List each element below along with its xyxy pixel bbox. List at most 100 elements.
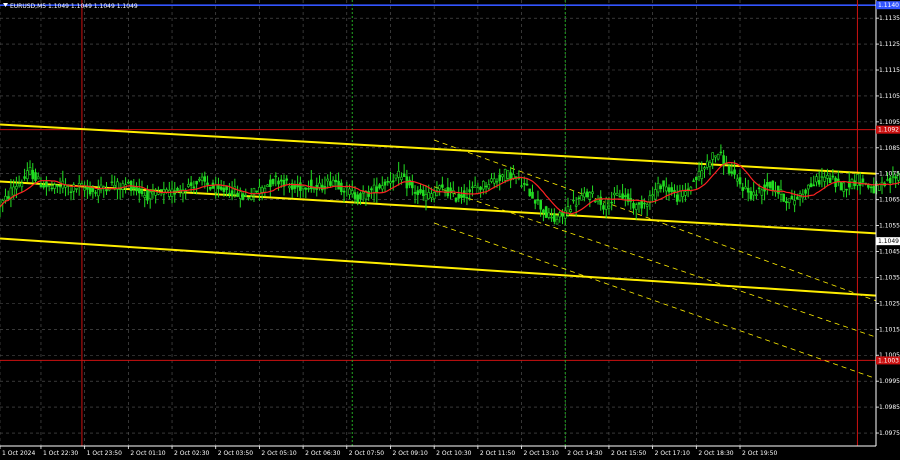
candle-body xyxy=(411,181,414,189)
candle-body xyxy=(53,184,56,189)
candle-body xyxy=(389,181,392,184)
candle-body xyxy=(531,191,534,199)
candle-body xyxy=(604,198,608,210)
candle-body xyxy=(708,162,712,167)
candle-body xyxy=(337,180,340,190)
candle-body xyxy=(23,176,26,179)
candle-body xyxy=(285,178,289,181)
price-tick-label: 1.0995 xyxy=(879,378,900,385)
candle-body xyxy=(241,193,245,200)
candle-body xyxy=(831,175,835,178)
candle-body xyxy=(350,190,354,195)
candle-body xyxy=(577,197,581,199)
candle-body xyxy=(260,187,264,193)
candle-body xyxy=(869,186,873,189)
time-tick-label: 2 Oct 13:10 xyxy=(524,450,559,457)
candle-body xyxy=(503,169,507,181)
candle-body xyxy=(574,204,578,207)
candle-body xyxy=(348,188,351,195)
candle-body xyxy=(277,180,280,185)
candle-body xyxy=(585,191,589,197)
candle-body xyxy=(686,188,690,190)
candle-body xyxy=(400,176,403,181)
candle-body xyxy=(269,179,272,188)
chart-header: EURUSD,M5 1.1049 1.1049 1.1049 1.1049 xyxy=(3,3,138,10)
time-tick-label: 2 Oct 17:10 xyxy=(655,450,690,457)
candle-body xyxy=(86,186,89,190)
candle-body xyxy=(643,202,646,205)
candle-body xyxy=(424,194,428,202)
candle-body xyxy=(247,197,250,199)
candle-body xyxy=(632,202,635,209)
candle-body xyxy=(755,194,758,196)
candle-body xyxy=(667,187,671,193)
candle-body xyxy=(135,186,138,192)
candle-body xyxy=(591,191,594,194)
candle-body xyxy=(746,187,750,193)
candle-body xyxy=(288,185,291,189)
candle-body xyxy=(861,178,865,183)
candle-body xyxy=(826,174,829,179)
candle-body xyxy=(703,167,706,170)
candle-body xyxy=(749,191,753,200)
candle-body xyxy=(681,190,684,197)
price-chart[interactable]: 1.1135 1.1125 1.1115 1.1105 1.1095 1.1085 1.10… xyxy=(0,0,900,460)
candle-body xyxy=(198,178,201,181)
time-tick-label: 2 Oct 11:50 xyxy=(480,450,515,457)
candle-body xyxy=(473,185,477,188)
time-tick-label: 1 Oct 23:50 xyxy=(87,450,122,457)
candle-body xyxy=(785,201,788,204)
time-tick-label: 2 Oct 15:50 xyxy=(611,450,646,457)
candle-body xyxy=(812,184,816,187)
candle-body xyxy=(719,151,723,154)
candle-body xyxy=(380,185,384,190)
candle-body xyxy=(457,193,461,199)
candle-body xyxy=(506,170,510,179)
candle-body xyxy=(449,187,452,192)
ohlc-values: 1.1049 1.1049 1.1049 1.1049 xyxy=(48,3,138,10)
candle-body xyxy=(195,180,198,185)
candle-body xyxy=(607,205,611,209)
candle-body xyxy=(99,184,103,191)
candle-body xyxy=(386,181,390,183)
candle-body xyxy=(482,181,485,190)
candle-body xyxy=(304,187,308,190)
price-tick-label: 1.1065 xyxy=(879,197,900,204)
time-tick-label: 2 Oct 14:30 xyxy=(567,450,602,457)
candle-body xyxy=(684,191,687,196)
candle-body xyxy=(15,186,18,190)
candle-body xyxy=(727,165,731,174)
price-tick-label: 1.1045 xyxy=(879,249,900,256)
candle-body xyxy=(618,195,622,198)
candle-body xyxy=(692,180,695,182)
candle-body xyxy=(806,184,810,190)
candle-body xyxy=(56,184,59,187)
candle-body xyxy=(214,184,218,193)
candle-body xyxy=(714,155,717,158)
candle-body xyxy=(823,176,826,182)
candle-body xyxy=(828,177,832,184)
candle-body xyxy=(331,179,335,187)
candle-body xyxy=(340,182,343,192)
price-tick-label: 1.1035 xyxy=(879,274,900,281)
candle-body xyxy=(839,181,843,191)
candle-body xyxy=(77,183,81,186)
candle-body xyxy=(271,178,275,185)
candle-body xyxy=(20,183,24,188)
candle-body xyxy=(219,186,223,190)
candle-body xyxy=(162,189,166,195)
candle-body xyxy=(200,176,204,181)
time-tick-label: 2 Oct 18:30 xyxy=(698,450,733,457)
candle-body xyxy=(279,179,283,182)
candle-body xyxy=(94,192,97,194)
candle-body xyxy=(768,181,772,188)
candle-body xyxy=(203,176,207,182)
candle-body xyxy=(320,184,324,191)
candle-body xyxy=(817,180,821,185)
candle-body xyxy=(662,180,665,187)
candle-body xyxy=(334,179,338,183)
price-tag-label: 1.1092 xyxy=(878,127,899,134)
plot-background xyxy=(0,0,900,460)
candle-body xyxy=(274,175,278,178)
candle-body xyxy=(148,191,152,200)
